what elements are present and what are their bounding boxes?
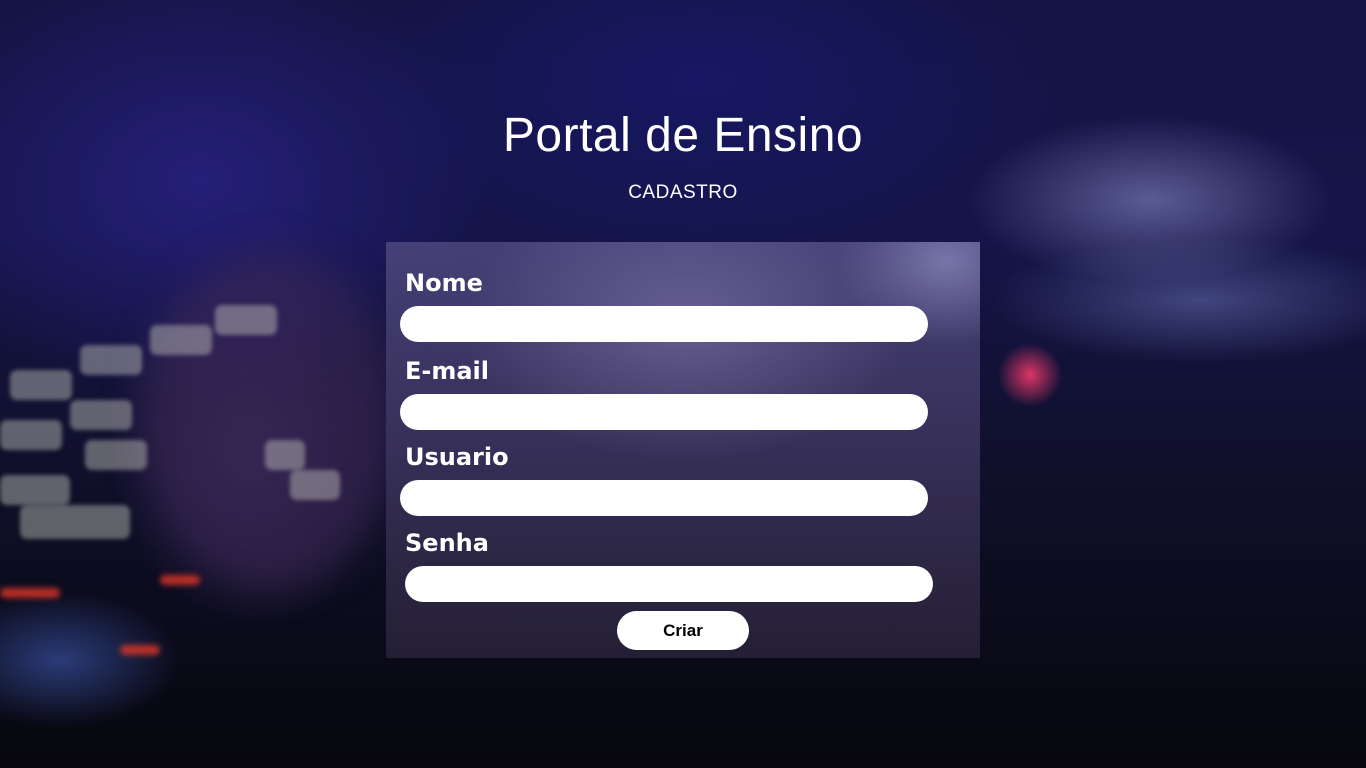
keyboard-key: [215, 305, 277, 335]
keyboard-key: [70, 400, 132, 430]
keyboard-key: [0, 475, 70, 505]
keyboard-key: [20, 505, 130, 539]
page-title: Portal de Ensino: [502, 109, 864, 162]
name-field[interactable]: [400, 306, 928, 342]
username-field[interactable]: [400, 480, 928, 516]
email-field[interactable]: [400, 394, 928, 430]
email-label: E-mail: [405, 357, 490, 385]
signup-form: Nome E-mail Usuario Senha Criar: [386, 242, 980, 658]
page-subtitle: CADASTRO: [628, 182, 738, 203]
keyboard-key: [80, 345, 142, 375]
hand-shape: [140, 250, 400, 590]
keyboard-key: [0, 420, 62, 450]
keyboard-key: [150, 325, 212, 355]
keyboard-backlight: [120, 645, 160, 655]
username-label: Usuario: [405, 443, 509, 471]
password-label: Senha: [405, 529, 489, 557]
keyboard-backlight: [0, 588, 60, 598]
keyboard-backlight: [160, 575, 200, 585]
keyboard-key: [10, 370, 72, 400]
keyboard-key: [290, 470, 340, 500]
keyboard-key: [85, 440, 147, 470]
keyboard-key: [265, 440, 305, 470]
create-button[interactable]: Criar: [617, 611, 749, 650]
password-field[interactable]: [405, 566, 933, 602]
name-label: Nome: [405, 269, 483, 297]
